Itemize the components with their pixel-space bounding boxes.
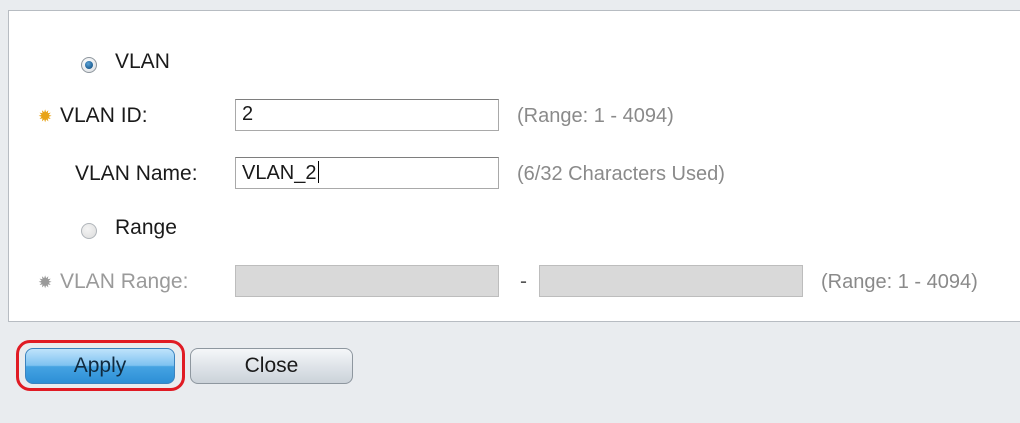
vlan-range-separator: - — [520, 270, 527, 293]
vlan-range-to-input[interactable] — [539, 265, 803, 297]
vlan-id-label: VLAN ID: — [60, 104, 148, 127]
vlan-range-label: VLAN Range: — [60, 270, 189, 293]
apply-button[interactable]: Apply — [25, 348, 175, 384]
vlan-id-range-hint: (Range: 1 - 4094) — [517, 105, 674, 127]
range-radio-button[interactable] — [81, 223, 97, 239]
vlan-name-chars-hint: (6/32 Characters Used) — [517, 163, 725, 185]
vlan-radio-button[interactable] — [81, 57, 97, 73]
required-gear-icon: ✹ — [38, 107, 53, 126]
required-gear-icon-disabled: ✹ — [38, 273, 53, 292]
text-caret — [317, 161, 319, 183]
close-button[interactable]: Close — [190, 348, 353, 384]
vlan-range-hint: (Range: 1 - 4094) — [821, 271, 978, 293]
vlan-name-label: VLAN Name: — [75, 162, 198, 185]
vlan-range-from-input[interactable] — [235, 265, 499, 297]
vlan-id-input[interactable]: 2 — [235, 99, 499, 131]
range-radio-label: Range — [115, 216, 177, 239]
vlan-name-input[interactable]: VLAN_2 — [235, 157, 499, 189]
vlan-radio-label: VLAN — [115, 50, 170, 73]
vlan-form-panel: VLAN ✹ VLAN ID: 2 (Range: 1 - 4094) VLAN… — [8, 10, 1020, 322]
vlan-name-value: VLAN_2 — [242, 162, 317, 184]
